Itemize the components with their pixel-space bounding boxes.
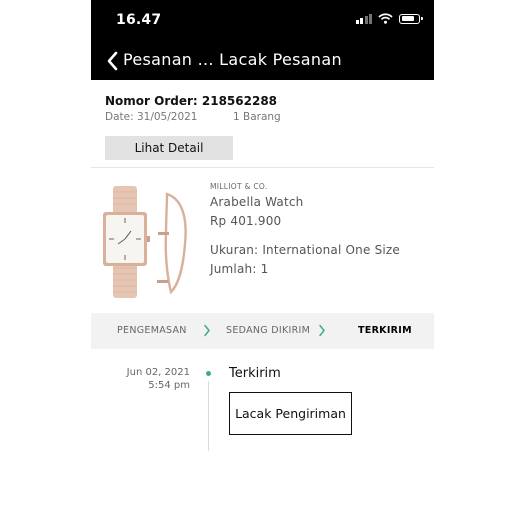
chevron-right-icon	[204, 324, 210, 337]
order-progress-steps: PENGEMASAN SEDANG DIKIRIM TERKIRIM	[91, 313, 434, 349]
status-time: 16.47	[116, 12, 162, 28]
timeline-status: Terkirim	[229, 366, 281, 381]
chevron-left-icon[interactable]	[105, 50, 119, 72]
product-item: MILLIOT & CO. Arabella Watch Rp 401.900 …	[91, 168, 434, 313]
product-size: Ukuran: International One Size	[210, 243, 401, 257]
step-delivered: TERKIRIM	[358, 325, 412, 336]
order-date: Date: 31/05/2021	[105, 111, 198, 123]
signal-icon	[355, 13, 372, 24]
order-item-count: 1 Barang	[233, 111, 281, 123]
phone-screen: 16.47 Pesanan ... Lacak Pesanan Nomor Or…	[91, 0, 434, 524]
watch-and-bangle-image	[103, 186, 187, 298]
order-number: Nomor Order: 218562288	[105, 94, 278, 108]
product-name: Arabella Watch	[210, 195, 304, 209]
top-bar: 16.47 Pesanan ... Lacak Pesanan	[91, 0, 434, 80]
product-price: Rp 401.900	[210, 214, 282, 228]
track-shipment-button[interactable]: Lacak Pengiriman	[229, 392, 352, 435]
order-summary: Nomor Order: 218562288 Date: 31/05/2021 …	[91, 80, 434, 168]
timeline-date: Jun 02, 2021	[126, 367, 190, 378]
product-brand: MILLIOT & CO.	[210, 182, 268, 191]
wifi-icon	[378, 13, 393, 24]
timeline-time: 5:54 pm	[148, 380, 190, 391]
status-icons	[355, 13, 423, 24]
tracking-timeline: Jun 02, 2021 5:54 pm Terkirim Lacak Peng…	[91, 349, 434, 524]
chevron-right-icon	[319, 324, 325, 337]
product-quantity: Jumlah: 1	[210, 262, 269, 276]
timeline-dot	[206, 371, 211, 376]
page-title: Pesanan ... Lacak Pesanan	[123, 50, 342, 69]
view-detail-button[interactable]: Lihat Detail	[105, 136, 233, 160]
timeline-line	[208, 381, 209, 451]
battery-icon	[399, 13, 423, 24]
step-shipping: SEDANG DIKIRIM	[226, 325, 311, 336]
step-packing: PENGEMASAN	[117, 325, 187, 336]
